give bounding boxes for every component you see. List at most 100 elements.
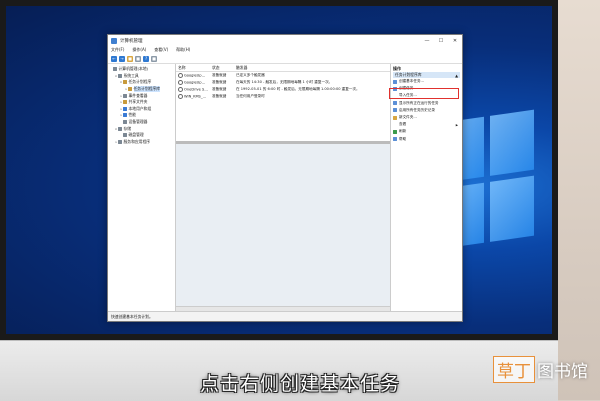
tree-item[interactable]: > 服务和应用程序 (109, 139, 174, 146)
tree-node-icon (123, 120, 127, 125)
task-trigger-cell: 在每天的 14:30 - 触发后，无限期地每隔 1 小时 重复一次。 (236, 80, 333, 84)
minimize-button[interactable]: — (420, 35, 434, 46)
action-item[interactable]: 创建任务... (393, 85, 460, 92)
table-row[interactable]: GoogleUp... 准备就绪 已定义多个触发器 (176, 72, 390, 79)
action-label: 导入任务... (399, 93, 417, 98)
desktop: 计算机管理 — ☐ ✕ 文件(F) 操作(A) 查看(V) 帮助(H) ← → … (6, 6, 552, 334)
tree-item[interactable]: 设备管理器 (109, 119, 174, 126)
column-header-status[interactable]: 状态 (210, 65, 234, 71)
tree-item[interactable]: ∨ 系统工具 (109, 73, 174, 80)
tree-item[interactable]: 磁盘管理 (109, 132, 174, 139)
menu-action[interactable]: 操作(A) (132, 47, 146, 53)
action-label: 新文件夹... (399, 115, 417, 120)
watermark-text: 图书馆 (537, 362, 588, 382)
tree-item-label: 共享文件夹 (128, 99, 148, 105)
action-icon (393, 129, 397, 134)
tree-node-icon (123, 133, 127, 138)
task-details-pane (176, 144, 390, 306)
table-row[interactable]: GoogleUp... 准备就绪 在每天的 14:30 - 触发后，无限期地每隔 1… (176, 79, 390, 86)
tree-item[interactable]: > 本地用户和组 (109, 106, 174, 113)
action-item[interactable]: 刷新 (393, 128, 460, 135)
task-status-cell: 准备就绪 (212, 73, 227, 77)
submenu-arrow-icon: ▶ (455, 122, 458, 127)
tree-item-label: 任务计划程序 (128, 79, 152, 85)
forward-icon[interactable]: → (119, 55, 125, 62)
status-bar: 快速创建基本任务计划。 (108, 311, 462, 321)
window-title: 计算机管理 (120, 38, 143, 44)
tree-item-label: 任务计划程序库 (133, 86, 161, 93)
action-item[interactable]: 导入任务... (393, 92, 460, 99)
maximize-button[interactable]: ☐ (434, 35, 448, 46)
action-item[interactable]: 查看 ▶ (393, 121, 460, 128)
menu-file[interactable]: 文件(F) (111, 47, 124, 53)
task-status-cell: 准备就绪 (212, 87, 227, 91)
action-label: 创建基本任务... (399, 79, 424, 84)
tree-item-label: 事件查看器 (128, 92, 148, 98)
action-item[interactable]: 创建基本任务... (393, 78, 460, 85)
properties-icon[interactable]: ■ (151, 55, 157, 62)
tree-item-label: 计算机管理(本地) (118, 66, 149, 72)
tree-item-label: 设备管理器 (128, 119, 148, 125)
task-trigger-cell: 在 1992-05-01 的 6:00 时 - 触发后，无限期地每隔 1.00:… (236, 87, 360, 91)
tree-item-label: 性能 (128, 112, 137, 118)
task-trigger-cell: 当任何用户登录时 (236, 94, 265, 98)
action-icon (393, 108, 397, 113)
menu-view[interactable]: 查看(V) (154, 47, 168, 53)
close-button[interactable]: ✕ (448, 35, 462, 46)
action-item[interactable]: 帮助 (393, 136, 460, 143)
action-label: 创建任务... (399, 86, 417, 91)
action-label: 帮助 (399, 136, 407, 141)
action-item[interactable]: 启用所有任务历史记录 (393, 107, 460, 114)
action-item[interactable]: 新文件夹... (393, 114, 460, 121)
column-header-trigger[interactable]: 触发器 (234, 65, 390, 71)
show-hide-tree-icon[interactable]: ■ (135, 55, 141, 62)
actions-pane: 操作 任务计划程序库 ▲ 创建基本任务... 创建任务... 导入任务... 显示所有… (391, 64, 462, 312)
task-name-cell: GoogleUp... (176, 80, 210, 85)
task-table-header: 名称 状态 触发器 (176, 64, 390, 72)
action-icon (393, 123, 397, 127)
action-item[interactable]: 显示所有正在运行的任务 (393, 100, 460, 107)
action-icon (393, 115, 397, 120)
back-icon[interactable]: ← (111, 55, 117, 62)
title-bar: 计算机管理 — ☐ ✕ (108, 35, 462, 46)
help-icon[interactable]: ? (143, 55, 149, 62)
column-header-name[interactable]: 名称 (176, 65, 210, 71)
tree-item[interactable]: ∨ 存储 (109, 125, 174, 132)
action-icon (393, 137, 397, 142)
tree-node-icon (123, 80, 127, 85)
action-icon (393, 101, 397, 106)
task-name-cell: GoogleUp... (176, 73, 210, 78)
watermark-boxed-text: 草丁 (493, 356, 535, 383)
tree-item[interactable]: > 事件查看器 (109, 92, 174, 99)
tree-node-icon (123, 113, 127, 118)
window-content: 计算机管理(本地) ∨ 系统工具 ∨ 任务计划程序 > 任务计划程序库 > 事件查看器 > 共享文件… (108, 64, 462, 312)
tree-item[interactable]: > 共享文件夹 (109, 99, 174, 106)
console-tree: 计算机管理(本地) ∨ 系统工具 ∨ 任务计划程序 > 任务计划程序库 > 事件查看器 > 共享文件… (108, 64, 176, 312)
tree-item[interactable]: 计算机管理(本地) (109, 66, 174, 73)
table-row[interactable]: OneDrive S... 准备就绪 在 1992-05-01 的 6:00 时 -… (176, 86, 390, 93)
tree-item[interactable]: ∨ 任务计划程序 (109, 79, 174, 86)
action-icon (393, 86, 397, 91)
tree-item-label: 磁盘管理 (128, 132, 144, 138)
tree-item[interactable]: > 任务计划程序库 (109, 86, 174, 93)
tree-item-label: 存储 (123, 125, 132, 131)
tree-node-icon (118, 126, 122, 131)
action-label: 启用所有任务历史记录 (399, 107, 435, 112)
action-icon (393, 79, 397, 84)
task-list: 名称 状态 触发器 GoogleUp... 准备就绪 已定义多个触发器 GoogleU… (176, 64, 390, 144)
menu-help[interactable]: 帮助(H) (176, 47, 190, 53)
tree-node-icon (113, 67, 117, 72)
tree-item-label: 本地用户和组 (128, 105, 152, 111)
task-trigger-cell: 已定义多个触发器 (236, 73, 265, 77)
task-pane: 名称 状态 触发器 GoogleUp... 准备就绪 已定义多个触发器 GoogleU… (176, 64, 391, 312)
action-icon (393, 94, 397, 98)
folder-icon[interactable]: ■ (127, 55, 133, 62)
tree-node-icon (123, 93, 127, 98)
action-label: 刷新 (399, 129, 407, 134)
table-row[interactable]: WIN_KMS_... 准备就绪 当任何用户登录时 (176, 93, 390, 100)
action-label: 查看 (399, 122, 407, 127)
tree-item-label: 系统工具 (123, 72, 139, 78)
task-name-cell: WIN_KMS_... (176, 94, 210, 99)
actions-header: 操作 (393, 65, 401, 71)
tree-item[interactable]: > 性能 (109, 112, 174, 119)
